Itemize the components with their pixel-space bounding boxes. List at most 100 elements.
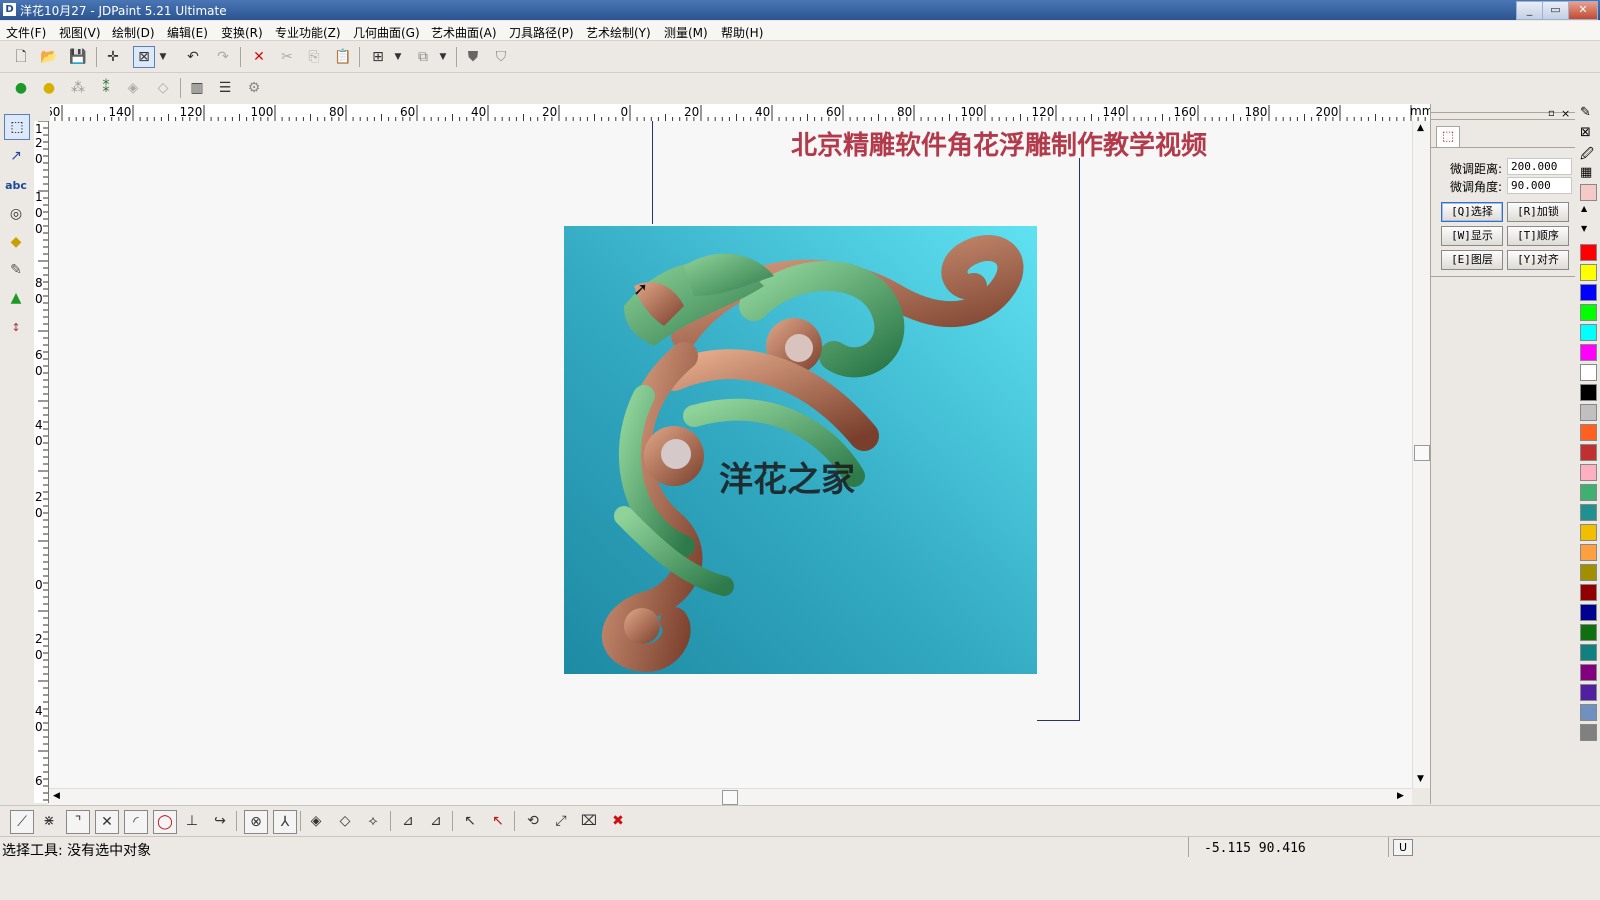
close-button[interactable]: ✕ xyxy=(1568,1,1598,20)
dropdown-arrow-icon[interactable]: ▼ xyxy=(156,46,170,68)
align-button[interactable]: [Y]对齐 xyxy=(1507,250,1569,270)
scroll-right-icon[interactable]: ▶ xyxy=(1397,791,1404,801)
light-green-icon[interactable]: ● xyxy=(10,77,32,99)
break-icon[interactable]: ↖ xyxy=(459,810,481,832)
delete-node-icon[interactable]: ⌧ xyxy=(578,810,600,832)
drawing-canvas[interactable]: 北京精雕软件角花浮雕制作教学视频 洋花之家 ➚ xyxy=(49,121,1412,788)
shape-tool-icon[interactable]: ◎ xyxy=(4,202,28,226)
snap-circle-icon[interactable]: ◯ xyxy=(153,810,177,834)
clear-icon[interactable]: ✖ xyxy=(607,810,629,832)
palette-scroll-up-icon[interactable]: ▲ xyxy=(1581,204,1587,213)
maximize-button[interactable]: ▭ xyxy=(1542,1,1569,20)
show-button[interactable]: [W]显示 xyxy=(1441,226,1503,246)
node-grid-icon[interactable]: ◈ xyxy=(305,810,327,832)
select-button[interactable]: [Q]选择 xyxy=(1441,202,1503,222)
eyedropper-icon[interactable]: 🖉 xyxy=(1580,145,1594,167)
scroll-up-icon[interactable]: ▲ xyxy=(1417,123,1424,133)
color-swatch[interactable] xyxy=(1580,644,1597,661)
snap-intersection-icon[interactable]: ✕ xyxy=(95,810,119,834)
paste-icon[interactable]: 📋 xyxy=(332,46,354,68)
text-tool-icon[interactable]: abc xyxy=(4,174,28,198)
menu-edit[interactable]: 编辑(E) xyxy=(167,24,208,41)
delete-icon[interactable]: ✕ xyxy=(248,46,270,68)
menu-measure[interactable]: 测量(M) xyxy=(664,24,708,41)
color-swatch[interactable] xyxy=(1580,544,1597,561)
menu-view[interactable]: 视图(V) xyxy=(59,24,101,41)
vertical-scrollbar[interactable]: ▲ ▼ xyxy=(1412,121,1430,788)
color-swatch[interactable] xyxy=(1580,704,1597,721)
rotate-node-icon[interactable]: ⟲ xyxy=(522,810,544,832)
scroll-left-icon[interactable]: ◀ xyxy=(53,791,60,801)
color-swatch[interactable] xyxy=(1580,564,1597,581)
sculpt-tool-icon[interactable]: ◆ xyxy=(4,230,28,254)
node-cross-icon[interactable]: ⟡ xyxy=(362,810,384,832)
scroll-down-icon[interactable]: ▼ xyxy=(1417,774,1424,784)
snap-endpoint-icon[interactable]: ⟋ xyxy=(10,810,34,834)
trim-icon[interactable]: ⊿ xyxy=(397,810,419,832)
fine-distance-field[interactable]: 200.000 xyxy=(1507,158,1572,175)
break-delete-icon[interactable]: ↖ xyxy=(487,810,509,832)
select-box-icon[interactable]: ⊠ xyxy=(133,46,155,68)
node-edit-icon[interactable]: ↗ xyxy=(4,144,28,168)
panel-close-icon[interactable]: × xyxy=(1561,107,1570,120)
horizontal-scrollbar[interactable]: ◀ ▶ xyxy=(49,788,1412,805)
pen-tool-icon[interactable]: ✎ xyxy=(4,258,28,282)
pen-color-icon[interactable]: ✎ xyxy=(1580,105,1591,120)
crosshair-icon[interactable]: ✛ xyxy=(102,46,124,68)
color-swatch[interactable] xyxy=(1580,264,1597,281)
color-swatch[interactable] xyxy=(1580,684,1597,701)
redo-icon[interactable]: ↷ xyxy=(212,46,234,68)
lock-button[interactable]: [R]加锁 xyxy=(1507,202,1569,222)
relief-render-image[interactable]: 洋花之家 ➚ xyxy=(564,226,1037,674)
snap-midpoint-icon[interactable]: ⋇ xyxy=(38,810,60,832)
material-icon[interactable]: ▥ xyxy=(186,77,208,99)
menu-draw[interactable]: 绘制(D) xyxy=(112,24,155,41)
menu-toolpath[interactable]: 刀具路径(P) xyxy=(509,24,574,41)
no-fill-icon[interactable]: ⊠ xyxy=(1580,125,1591,140)
lights-icon[interactable]: ⁂ xyxy=(67,77,89,99)
cut-icon[interactable]: ✂ xyxy=(276,46,298,68)
color-swatch[interactable] xyxy=(1580,364,1597,381)
snap-center-icon[interactable]: ⊗ xyxy=(244,810,268,834)
select-tool-icon[interactable]: ⬚ xyxy=(4,114,30,140)
color-swatch[interactable] xyxy=(1580,424,1597,441)
grid-icon[interactable]: ⊞ xyxy=(367,46,389,68)
relief-tool-icon[interactable]: ▲ xyxy=(4,286,28,310)
menu-geometric-surface[interactable]: 几何曲面(G) xyxy=(353,24,420,41)
color-swatch[interactable] xyxy=(1580,664,1597,681)
color-swatch[interactable] xyxy=(1580,624,1597,641)
measure-tool-icon[interactable]: ↕ xyxy=(4,316,28,340)
color-swatch[interactable] xyxy=(1580,284,1597,301)
snap-tangent-icon[interactable]: ↪ xyxy=(209,810,231,832)
color-swatch[interactable] xyxy=(1580,604,1597,621)
current-color-swatch[interactable] xyxy=(1580,184,1597,201)
snap-corner-icon[interactable]: ⌝ xyxy=(66,810,90,834)
vertical-scroll-thumb[interactable] xyxy=(1414,445,1430,461)
color-swatch[interactable] xyxy=(1580,464,1597,481)
color-swatch[interactable] xyxy=(1580,444,1597,461)
snap-perpendicular-icon[interactable]: ⊥ xyxy=(181,810,203,832)
light-move-icon[interactable]: ◇ xyxy=(152,77,174,99)
multi-light-icon[interactable]: ⁑ xyxy=(95,77,117,99)
color-swatch[interactable] xyxy=(1580,304,1597,321)
new-file-icon[interactable]: 🗋 xyxy=(10,46,32,68)
horizontal-scroll-thumb[interactable] xyxy=(722,790,738,805)
menu-transform[interactable]: 变换(R) xyxy=(221,24,263,41)
color-swatch[interactable] xyxy=(1580,524,1597,541)
menu-art-draw[interactable]: 艺术绘制(Y) xyxy=(586,24,651,41)
dropdown-arrow-icon[interactable]: ▼ xyxy=(392,46,404,68)
color-swatch[interactable] xyxy=(1580,324,1597,341)
minimize-button[interactable]: _ xyxy=(1516,1,1543,20)
color-swatch[interactable] xyxy=(1580,244,1597,261)
palette-scroll-down-icon[interactable]: ▼ xyxy=(1581,224,1587,233)
color-swatch[interactable] xyxy=(1580,584,1597,601)
color-swatch[interactable] xyxy=(1580,724,1597,741)
menu-professional[interactable]: 专业功能(Z) xyxy=(275,24,341,41)
hatch-icon[interactable]: ☰ xyxy=(214,77,236,99)
settings-icon[interactable]: ⚙ xyxy=(243,77,265,99)
mode-indicator[interactable]: U xyxy=(1393,839,1413,856)
light-rotate-icon[interactable]: ◈ xyxy=(122,77,144,99)
node-diamond-icon[interactable]: ◇ xyxy=(334,810,356,832)
dropdown-arrow-icon[interactable]: ▼ xyxy=(437,46,449,68)
layers-icon[interactable]: ⧉ xyxy=(412,46,434,68)
